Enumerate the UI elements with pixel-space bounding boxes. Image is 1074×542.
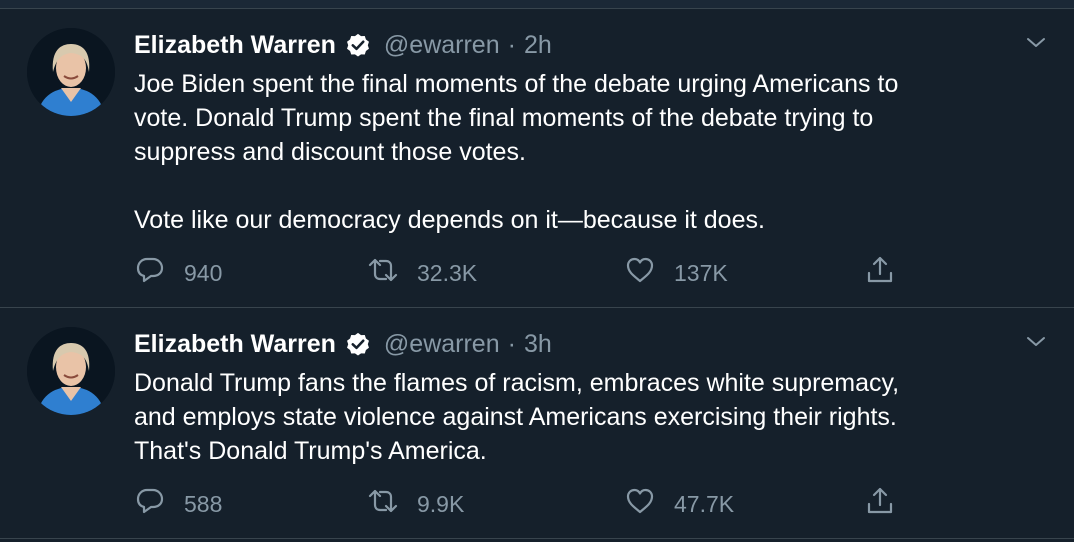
- verified-badge-icon: [344, 330, 372, 358]
- author-handle[interactable]: @ewarren: [384, 31, 500, 60]
- author-handle[interactable]: @ewarren: [384, 330, 500, 359]
- tweet-header: Elizabeth Warren @ewarren · 2h: [134, 29, 552, 61]
- like-button[interactable]: 47.7K: [624, 484, 734, 524]
- timeline-top-border: [0, 0, 1074, 9]
- verified-badge-icon: [344, 31, 372, 59]
- share-button[interactable]: [864, 484, 896, 524]
- share-icon: [864, 485, 896, 523]
- tweet-timestamp[interactable]: 2h: [524, 31, 552, 60]
- tweet[interactable]: Elizabeth Warren @ewarren · 3h Donald Tr…: [0, 308, 1074, 539]
- tweet-text: Donald Trump fans the flames of racism, …: [134, 369, 900, 465]
- tweet-actions: 588 9.9K 47.7K: [134, 484, 1034, 524]
- retweet-count: 9.9K: [417, 490, 465, 517]
- chevron-down-icon[interactable]: [1024, 330, 1048, 354]
- reply-icon: [134, 254, 166, 292]
- separator-dot: ·: [507, 329, 516, 358]
- retweet-button[interactable]: 9.9K: [367, 484, 464, 524]
- share-icon: [864, 254, 896, 292]
- reply-icon: [134, 485, 166, 523]
- author-name[interactable]: Elizabeth Warren: [134, 31, 336, 60]
- reply-count: 940: [184, 259, 223, 286]
- like-count: 47.7K: [674, 490, 735, 517]
- retweet-count: 32.3K: [417, 259, 478, 286]
- like-button[interactable]: 137K: [624, 253, 728, 293]
- share-button[interactable]: [864, 253, 896, 293]
- avatar[interactable]: [27, 28, 115, 116]
- like-icon: [624, 485, 656, 523]
- chevron-down-icon[interactable]: [1024, 31, 1048, 55]
- author-name[interactable]: Elizabeth Warren: [134, 330, 336, 359]
- retweet-icon: [367, 254, 399, 292]
- like-icon: [624, 254, 656, 292]
- reply-count: 588: [184, 490, 223, 517]
- avatar[interactable]: [27, 327, 115, 415]
- tweet-actions: 940 32.3K 137K: [134, 253, 1034, 293]
- reply-button[interactable]: 940: [134, 253, 222, 293]
- tweet-text: Joe Biden spent the final moments of the…: [134, 70, 899, 234]
- retweet-button[interactable]: 32.3K: [367, 253, 477, 293]
- tweet[interactable]: Elizabeth Warren @ewarren · 2h Joe Biden…: [0, 9, 1074, 308]
- separator-dot: ·: [507, 30, 516, 59]
- reply-button[interactable]: 588: [134, 484, 222, 524]
- retweet-icon: [367, 485, 399, 523]
- tweet-header: Elizabeth Warren @ewarren · 3h: [134, 328, 552, 360]
- like-count: 137K: [674, 259, 728, 286]
- tweet-timestamp[interactable]: 3h: [524, 330, 552, 359]
